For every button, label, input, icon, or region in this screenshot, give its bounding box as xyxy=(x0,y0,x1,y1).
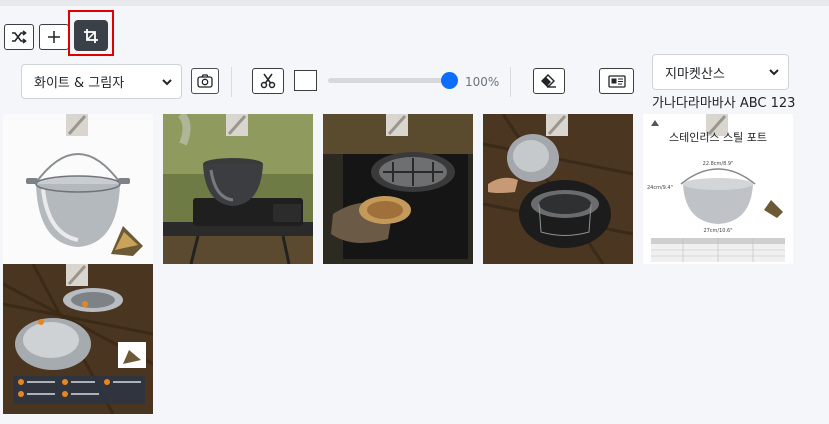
font-select[interactable]: 지마켓산스 xyxy=(652,54,789,90)
gallery-image-3[interactable] xyxy=(323,114,473,264)
add-button[interactable] xyxy=(39,24,69,50)
capture-button[interactable] xyxy=(191,68,219,94)
gallery-image-4[interactable] xyxy=(483,114,633,264)
spec-height: 24cm/9.4" xyxy=(647,185,673,191)
chevron-down-icon xyxy=(162,78,172,85)
text-card-icon xyxy=(607,74,626,88)
gallery-image-6[interactable] xyxy=(3,264,153,414)
crop-button[interactable] xyxy=(74,20,108,51)
divider xyxy=(510,67,511,97)
opacity-slider-track[interactable] xyxy=(328,78,450,83)
spec-depth: 27cm/10.6" xyxy=(703,228,732,234)
color-swatch[interactable] xyxy=(294,70,317,91)
camera-icon xyxy=(197,74,213,88)
background-style-value: 화이트 & 그림자 xyxy=(34,76,125,91)
opacity-value: 100% xyxy=(465,75,500,89)
gallery-image-5[interactable]: 스테인리스 스틸 포트 22.8cm/8.9" 24cm/9.4" 27cm/1… xyxy=(643,114,793,264)
crop-icon xyxy=(84,28,98,43)
chevron-down-icon xyxy=(769,69,779,76)
gallery-image-1[interactable] xyxy=(3,114,153,264)
shuffle-button[interactable] xyxy=(4,24,34,50)
gallery-image-2[interactable] xyxy=(163,114,313,264)
scissors-icon xyxy=(260,73,276,89)
text-card-button[interactable] xyxy=(599,68,634,94)
cut-button[interactable] xyxy=(252,68,284,94)
product-title-overlay: 스테인리스 스틸 포트 xyxy=(669,131,767,144)
erase-button[interactable] xyxy=(533,68,565,94)
spec-width: 22.8cm/8.9" xyxy=(703,161,734,167)
opacity-slider-thumb[interactable] xyxy=(441,72,458,89)
eraser-icon xyxy=(541,74,556,88)
shuffle-icon xyxy=(12,30,27,44)
divider xyxy=(231,67,232,97)
plus-icon xyxy=(48,31,60,43)
background-style-select[interactable]: 화이트 & 그림자 xyxy=(21,64,182,99)
font-preview: 가나다라마바사 ABC 123 xyxy=(652,96,796,111)
font-select-value: 지마켓산스 xyxy=(665,66,725,82)
top-strip xyxy=(0,0,829,6)
